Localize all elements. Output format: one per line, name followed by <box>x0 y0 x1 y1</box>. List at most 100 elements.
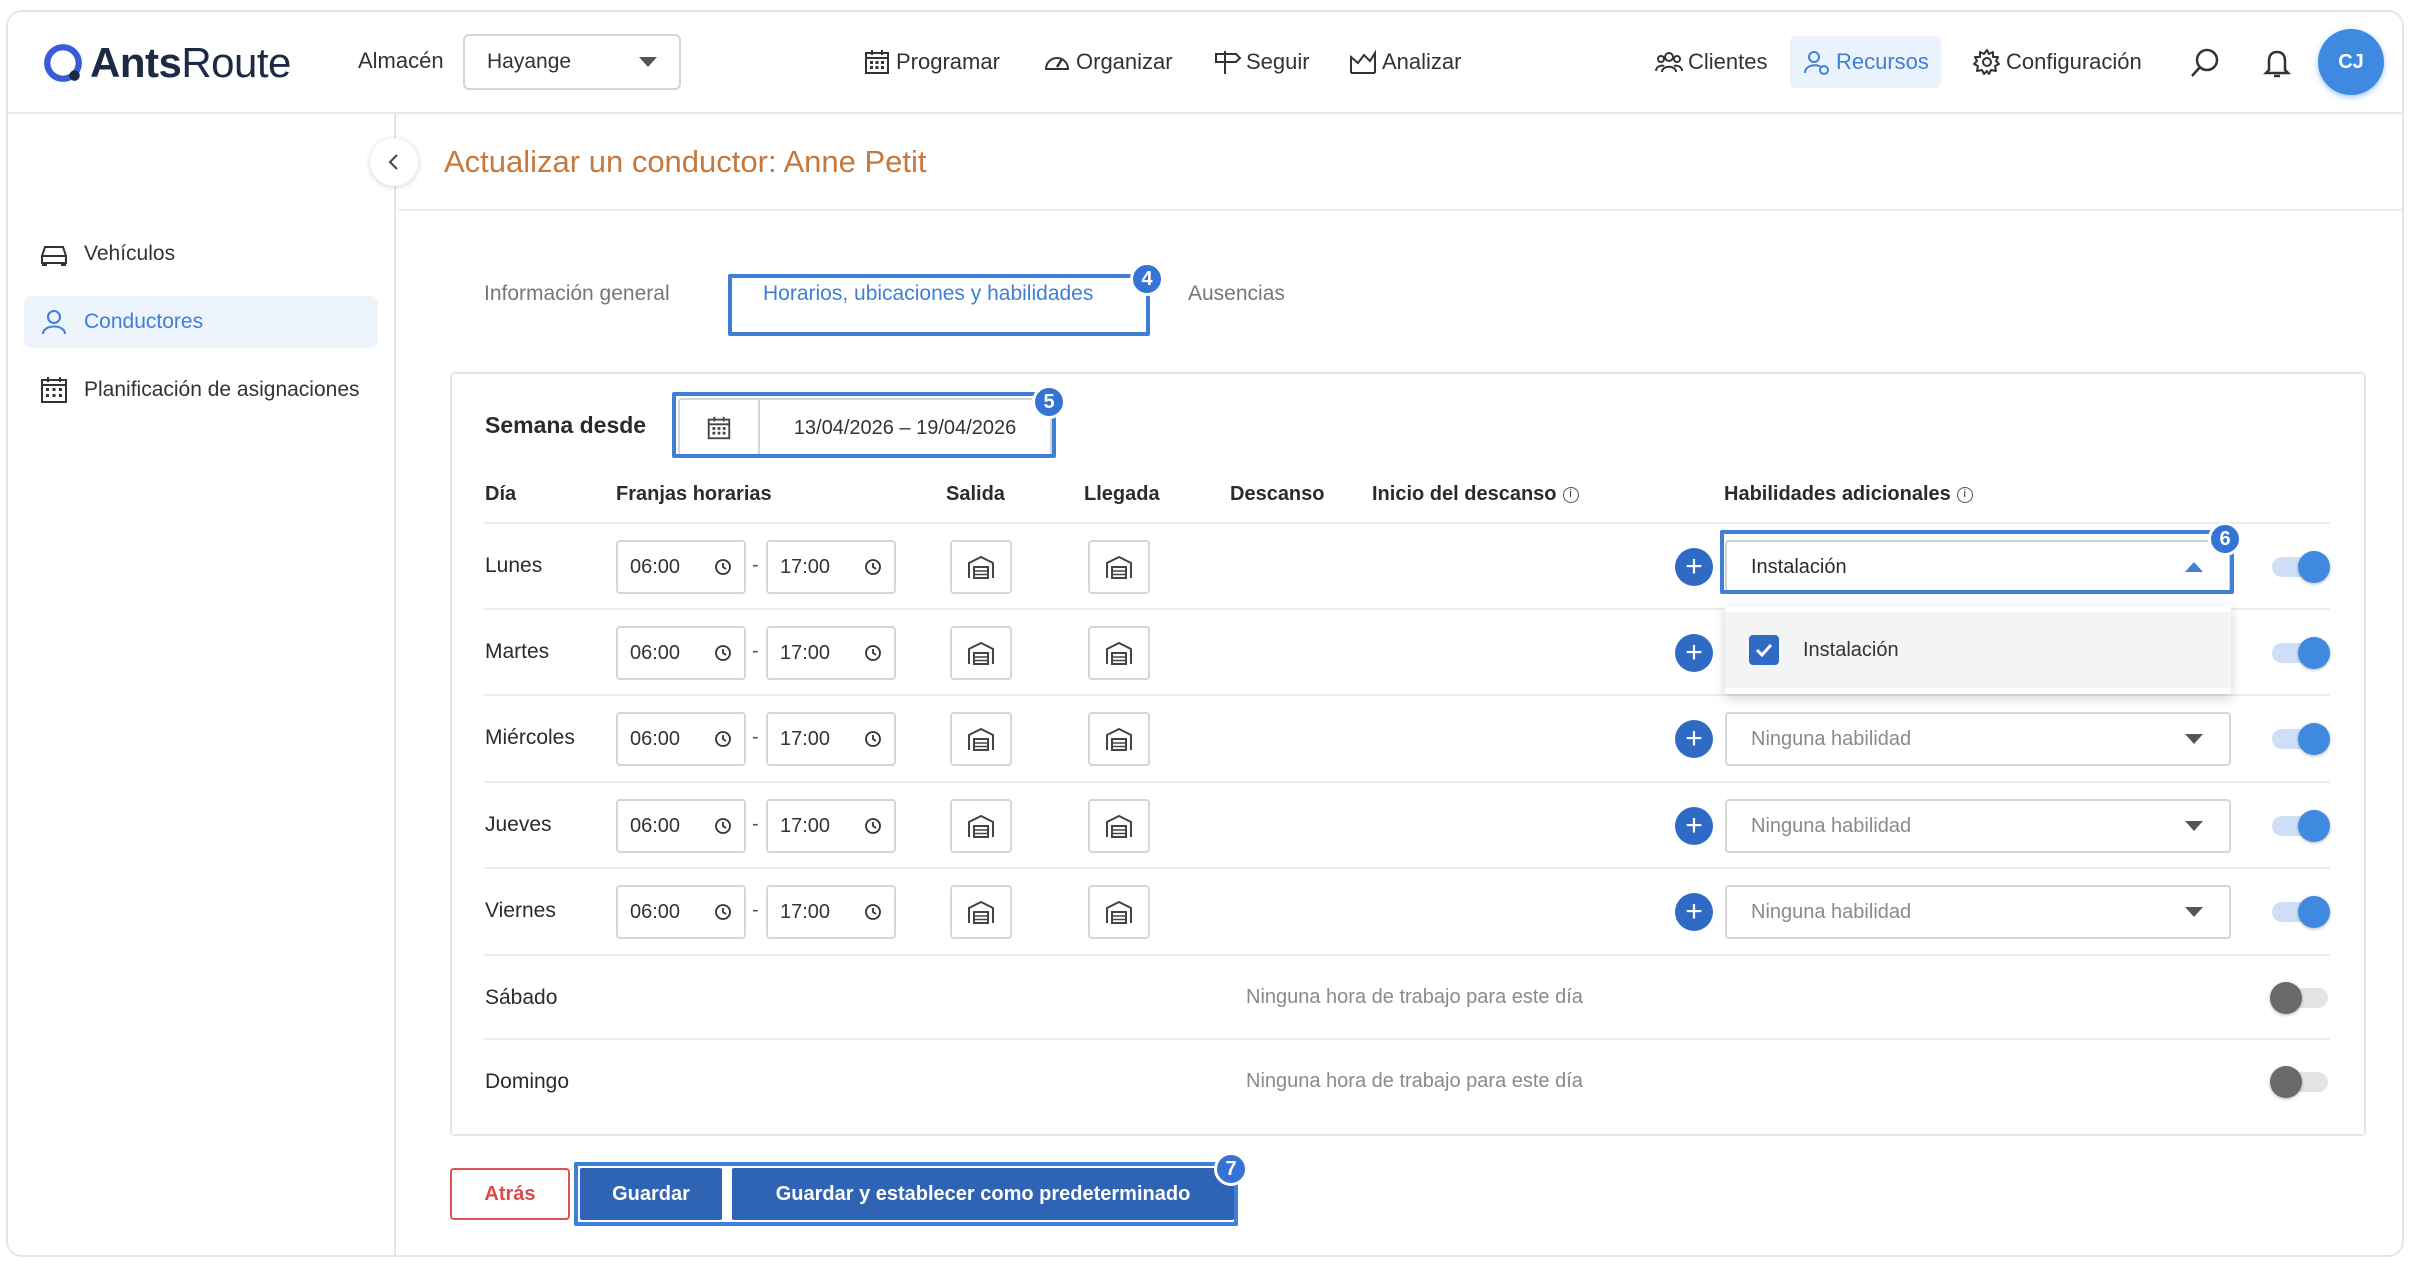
info-icon[interactable]: i <box>1956 486 1973 503</box>
add-break-button[interactable]: + <box>1675 548 1713 586</box>
checkbox-checked[interactable] <box>1749 635 1779 665</box>
day-enabled-toggle[interactable] <box>2270 723 2330 755</box>
start-time-input[interactable]: 06:00 <box>616 885 746 939</box>
time-separator: - <box>752 640 759 662</box>
nav-analizar[interactable]: Analizar <box>1348 42 1461 82</box>
end-time-input[interactable]: 17:00 <box>766 626 896 680</box>
departure-location-button[interactable] <box>950 799 1012 853</box>
end-time-input[interactable]: 17:00 <box>766 540 896 594</box>
tab-ausencias[interactable]: Ausencias <box>1188 282 1285 306</box>
col-header-break-start-label: Inicio del descanso <box>1372 483 1557 505</box>
departure-location-button[interactable] <box>950 885 1012 939</box>
clock-icon <box>865 818 881 834</box>
gauge-icon <box>1044 57 1070 70</box>
skills-select-value: Ninguna habilidad <box>1751 814 1912 837</box>
end-time-input[interactable]: 17:00 <box>766 712 896 766</box>
departure-location-button[interactable] <box>950 712 1012 766</box>
logo-icon <box>44 44 82 82</box>
day-enabled-toggle[interactable] <box>2270 810 2330 842</box>
warehouse-select[interactable]: Hayange <box>463 34 681 90</box>
col-header-skills-label: Habilidades adicionales <box>1724 483 1951 505</box>
start-time-input[interactable]: 06:00 <box>616 712 746 766</box>
row-divider <box>484 522 2330 524</box>
skills-option-instalacion[interactable]: Instalación <box>1725 612 2231 688</box>
add-break-button[interactable]: + <box>1675 893 1713 931</box>
departure-location-button[interactable] <box>950 540 1012 594</box>
info-icon[interactable]: i <box>1562 486 1579 503</box>
logo-text: AntsRoute <box>90 39 291 87</box>
start-time-input[interactable]: 06:00 <box>616 799 746 853</box>
warehouse-icon <box>968 814 994 838</box>
skills-select-value: Ninguna habilidad <box>1751 727 1912 750</box>
sidebar-item-planificacion[interactable]: Planificación de asignaciones <box>24 364 378 416</box>
back-button[interactable]: Atrás <box>450 1168 570 1220</box>
col-header-break: Descanso <box>1230 483 1325 505</box>
users-icon <box>1655 52 1683 73</box>
nav-configuracion[interactable]: Configuración <box>1972 42 2142 82</box>
add-break-button[interactable]: + <box>1675 720 1713 758</box>
end-time-value: 17:00 <box>780 555 831 578</box>
logo-text-light: Route <box>181 39 291 86</box>
col-header-break-start: Inicio del descanso i <box>1372 483 1579 506</box>
add-break-button[interactable]: + <box>1675 807 1713 845</box>
bell-icon[interactable] <box>2260 46 2294 80</box>
sidebar-item-label: Conductores <box>84 310 204 333</box>
antsroute-logo[interactable]: AntsRoute <box>42 38 291 88</box>
toggle-knob <box>2298 637 2330 669</box>
add-break-button[interactable]: + <box>1675 634 1713 672</box>
tab-informacion-general[interactable]: Información general <box>484 282 670 306</box>
start-time-input[interactable]: 06:00 <box>616 626 746 680</box>
departure-location-button[interactable] <box>950 626 1012 680</box>
day-enabled-toggle[interactable] <box>2270 982 2330 1014</box>
warehouse-icon <box>968 555 994 579</box>
skills-select[interactable]: Ninguna habilidad <box>1725 799 2231 853</box>
chevron-down-icon <box>2185 734 2203 744</box>
nav-label: Analizar <box>1382 49 1462 74</box>
skills-select[interactable]: Ninguna habilidad <box>1725 885 2231 939</box>
day-enabled-toggle[interactable] <box>2270 551 2330 583</box>
toggle-knob <box>2298 723 2330 755</box>
nav-seguir[interactable]: Seguir <box>1212 42 1310 82</box>
arrival-location-button[interactable] <box>1088 540 1150 594</box>
clock-icon <box>715 645 731 661</box>
nav-organizar[interactable]: Organizar <box>1042 42 1173 82</box>
nav-programar[interactable]: Programar <box>862 42 1000 82</box>
skills-dropdown-menu: Instalación <box>1725 606 2231 694</box>
start-time-value: 06:00 <box>630 814 681 837</box>
clock-icon <box>715 904 731 920</box>
sidebar-item-vehiculos[interactable]: Vehículos <box>24 228 378 280</box>
end-time-value: 17:00 <box>780 814 831 837</box>
highlight-tab <box>728 274 1150 336</box>
sidebar-item-label: Vehículos <box>84 242 176 265</box>
sidebar-item-conductores[interactable]: Conductores <box>24 296 378 348</box>
nav-clientes[interactable]: Clientes <box>1654 42 1767 82</box>
row-divider <box>484 694 2330 696</box>
day-label: Lunes <box>485 554 543 577</box>
day-enabled-toggle[interactable] <box>2270 896 2330 928</box>
sidebar: Vehículos Conductores Planificación de a… <box>8 114 396 1255</box>
calendar-icon <box>865 50 889 74</box>
clock-icon <box>865 559 881 575</box>
start-time-input[interactable]: 06:00 <box>616 540 746 594</box>
arrival-location-button[interactable] <box>1088 712 1150 766</box>
nav-recursos[interactable]: Recursos <box>1790 36 1941 88</box>
user-avatar[interactable]: CJ <box>2318 29 2384 95</box>
end-time-input[interactable]: 17:00 <box>766 885 896 939</box>
skills-select[interactable]: Ninguna habilidad <box>1725 712 2231 766</box>
end-time-input[interactable]: 17:00 <box>766 799 896 853</box>
warehouse-icon <box>1106 814 1132 838</box>
plus-icon: + <box>1685 550 1703 583</box>
sidebar-collapse-button[interactable] <box>370 138 418 186</box>
clock-icon <box>865 645 881 661</box>
day-enabled-toggle[interactable] <box>2270 1066 2330 1098</box>
arrival-location-button[interactable] <box>1088 799 1150 853</box>
arrival-location-button[interactable] <box>1088 885 1150 939</box>
row-divider <box>484 867 2330 869</box>
skills-select-value: Ninguna habilidad <box>1751 900 1912 923</box>
option-label: Instalación <box>1803 638 1899 661</box>
arrival-location-button[interactable] <box>1088 626 1150 680</box>
search-icon[interactable] <box>2188 46 2222 80</box>
day-enabled-toggle[interactable] <box>2270 637 2330 669</box>
gear-icon <box>1973 49 2000 75</box>
resources-icon <box>1804 51 1829 75</box>
